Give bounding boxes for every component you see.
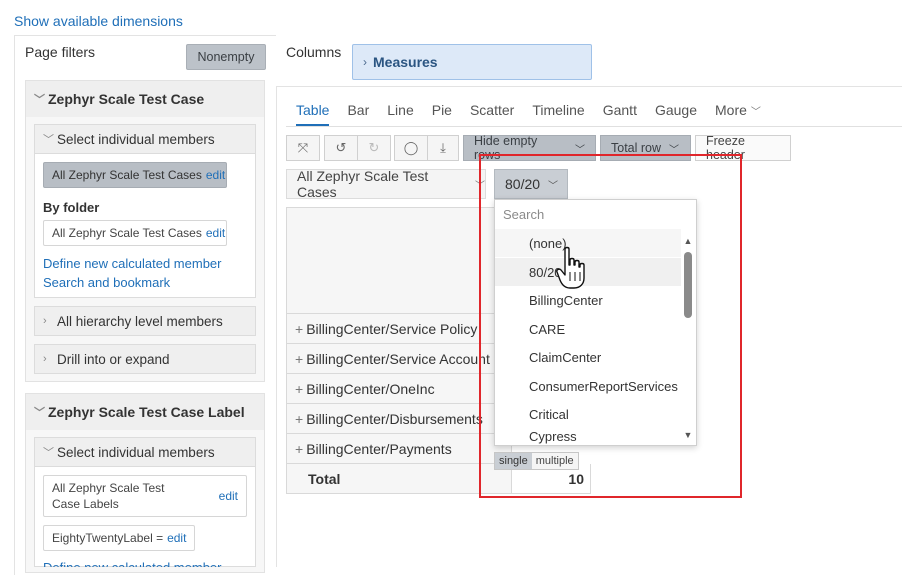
row-label: BillingCenter/OneInc — [306, 380, 435, 397]
by-folder-label: By folder — [43, 200, 100, 215]
chevron-down-icon: ﹀ — [34, 407, 45, 419]
edit-link[interactable]: edit — [206, 226, 225, 240]
nonempty-button[interactable]: Nonempty — [186, 44, 266, 70]
test-cases-filter-label: All Zephyr Scale Test Cases — [297, 168, 429, 200]
undo-icon[interactable]: ↺ — [324, 135, 358, 161]
drill-into-label: Drill into or expand — [57, 351, 170, 367]
expand-plus-icon[interactable]: + — [295, 321, 303, 337]
row-label: BillingCenter/Disbursements — [306, 410, 483, 427]
expand-plus-icon[interactable]: + — [295, 381, 303, 397]
tab-divider — [286, 126, 902, 127]
section-test-case-label-header[interactable]: ﹀ Zephyr Scale Test Case Label — [26, 394, 264, 430]
select-individual-members-header-2[interactable]: ﹀ Select individual members — [34, 437, 256, 467]
measures-label: Measures — [373, 54, 438, 70]
chevron-down-icon: ﹀ — [43, 447, 54, 459]
label-members-chip[interactable]: All Zephyr Scale Test Case Labels edit — [43, 475, 247, 517]
fullscreen-icon[interactable]: ⤧ — [286, 135, 320, 161]
select-individual-members-label: Select individual members — [57, 131, 215, 147]
columns-title: Columns — [286, 44, 342, 60]
measures-chip[interactable]: › Measures — [352, 44, 592, 80]
eighty-twenty-chip[interactable]: EightyTwentyLabel = edit — [43, 525, 195, 551]
tab-line[interactable]: Line — [387, 102, 413, 126]
define-calculated-member-link-2[interactable]: Define new calculated member — [43, 560, 243, 567]
selected-member-text: All Zephyr Scale Test Cases — [52, 168, 202, 182]
search-and-bookmark-link[interactable]: Search and bookmark — [43, 275, 170, 290]
row-label: BillingCenter/Service Policy — [306, 320, 478, 337]
redo-icon[interactable]: ↻ — [357, 135, 391, 161]
chevron-down-icon: ﹀ — [34, 94, 45, 106]
total-row-label: Total row — [611, 141, 662, 155]
tab-gauge[interactable]: Gauge — [655, 102, 697, 126]
label-members-text: All Zephyr Scale Test Case Labels — [52, 481, 165, 511]
selected-member-chip[interactable]: All Zephyr Scale Test Cases edit — [43, 162, 227, 188]
hand-cursor-icon — [556, 246, 585, 289]
edit-link[interactable]: edit — [219, 489, 238, 503]
expand-plus-icon[interactable]: + — [295, 411, 303, 427]
download-icon[interactable]: ⤓ — [427, 135, 459, 161]
page-filters-title: Page filters — [25, 44, 96, 60]
chevron-right-icon: › — [43, 353, 47, 365]
row-label: BillingCenter/Service Account — [306, 350, 490, 367]
folder-chip[interactable]: All Zephyr Scale Test Cases edit — [43, 220, 227, 246]
edit-link[interactable]: edit — [167, 531, 186, 545]
tab-table[interactable]: Table — [296, 102, 330, 126]
all-hierarchy-label: All hierarchy level members — [57, 313, 223, 329]
select-individual-members-header[interactable]: ﹀ Select individual members — [34, 124, 256, 154]
show-available-dimensions-link[interactable]: Show available dimensions — [14, 13, 183, 29]
drill-into-header[interactable]: › Drill into or expand — [34, 344, 256, 374]
expand-plus-icon[interactable]: + — [295, 441, 303, 457]
chevron-right-icon: › — [363, 55, 367, 69]
tab-more[interactable]: More ﹀ — [715, 102, 761, 126]
chart-type-tabs: Table Bar Line Pie Scatter Timeline Gant… — [296, 102, 779, 126]
tab-pie[interactable]: Pie — [432, 102, 452, 126]
eighty-twenty-text: EightyTwentyLabel = — [52, 531, 164, 545]
all-hierarchy-header[interactable]: › All hierarchy level members — [34, 306, 256, 336]
highlight-annotation — [479, 154, 742, 498]
tab-bar[interactable]: Bar — [347, 102, 369, 126]
chevron-down-icon: ﹀ — [750, 107, 761, 118]
comment-icon[interactable]: ◯ — [394, 135, 428, 161]
section-test-case-header[interactable]: ﹀ Zephyr Scale Test Case — [26, 81, 264, 117]
tab-gantt[interactable]: Gantt — [603, 102, 637, 126]
tab-timeline[interactable]: Timeline — [532, 102, 584, 126]
define-calculated-member-link[interactable]: Define new calculated member — [43, 256, 221, 271]
section-test-case-title: Zephyr Scale Test Case — [48, 91, 205, 107]
test-cases-filter[interactable]: All Zephyr Scale Test Cases ﹀ — [286, 168, 486, 200]
expand-plus-icon[interactable]: + — [295, 351, 303, 367]
row-label: BillingCenter/Payments — [306, 440, 452, 457]
tab-more-label: More — [715, 102, 747, 118]
folder-chip-text: All Zephyr Scale Test Cases — [52, 226, 202, 240]
edit-link[interactable]: edit — [206, 168, 225, 182]
tab-scatter[interactable]: Scatter — [470, 102, 514, 126]
total-label: Total — [308, 470, 341, 487]
chevron-down-icon: ﹀ — [43, 134, 54, 146]
select-individual-members-label-2: Select individual members — [57, 444, 215, 460]
section-test-case-label-title: Zephyr Scale Test Case Label — [48, 404, 245, 420]
chevron-right-icon: › — [43, 315, 47, 327]
